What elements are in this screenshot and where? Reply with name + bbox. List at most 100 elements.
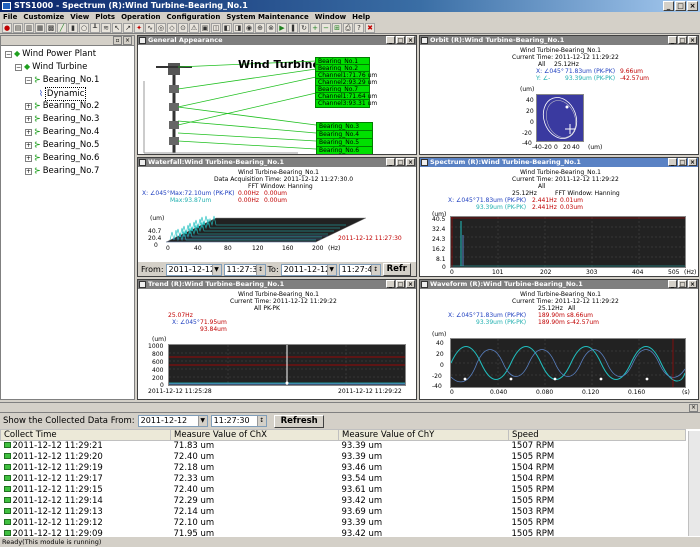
- bar-chart-icon[interactable]: ▮: [68, 22, 78, 33]
- history-date-select[interactable]: 2011-12-12 ▼: [137, 415, 208, 427]
- menu-window[interactable]: Window: [315, 12, 346, 22]
- table-row[interactable]: 2011-12-12 11:29:14 72.29 um 93.42 um 15…: [1, 496, 686, 507]
- open-icon[interactable]: ▤: [13, 22, 23, 33]
- tree-restore-button[interactable]: ▫: [113, 36, 122, 45]
- layout-icon[interactable]: ▦: [35, 22, 45, 33]
- menu-file[interactable]: File: [3, 12, 17, 22]
- tree-node-turbine[interactable]: − ◆ Wind Turbine: [15, 61, 87, 73]
- tree-node-dynamic[interactable]: ⌇ Dynamic: [39, 87, 87, 101]
- pane-maximize-button[interactable]: □: [396, 280, 405, 288]
- pane-minimize-button[interactable]: _: [386, 36, 395, 44]
- help-icon[interactable]: ?: [354, 22, 364, 33]
- column-speed[interactable]: Speed: [508, 429, 686, 441]
- trend-chart-icon[interactable]: ╱: [57, 22, 67, 33]
- table-row[interactable]: 2011-12-12 11:29:17 72.33 um 93.54 um 15…: [1, 474, 686, 485]
- pane-maximize-button[interactable]: □: [678, 36, 687, 44]
- run-icon[interactable]: ▶: [277, 22, 287, 33]
- to-date-select[interactable]: 2011-12-12 ▼: [280, 263, 337, 276]
- pane-close-button[interactable]: ×: [406, 280, 415, 288]
- menu-help[interactable]: Help: [352, 12, 370, 22]
- tree-close-button[interactable]: ×: [123, 36, 132, 45]
- pane-minimize-button[interactable]: _: [386, 158, 395, 166]
- report-icon[interactable]: ▣: [200, 22, 210, 33]
- tree-node-bearing-7[interactable]: + ⊱ Bearing_No.7: [25, 165, 99, 177]
- save-icon[interactable]: ▥: [24, 22, 34, 33]
- menu-plots[interactable]: Plots: [95, 12, 115, 22]
- from-date-select[interactable]: 2011-12-12 ▼: [165, 263, 222, 276]
- pane-maximize-button[interactable]: □: [396, 158, 405, 166]
- polar-icon[interactable]: ◎: [156, 22, 166, 33]
- tree-node-bearing-4[interactable]: + ⊱ Bearing_No.4: [25, 126, 99, 138]
- column-chx-value[interactable]: Measure Value of ChX: [170, 429, 339, 441]
- alarm-icon[interactable]: ⚠: [189, 22, 199, 33]
- menu-operation[interactable]: Operation: [121, 12, 160, 22]
- column-collect-time[interactable]: Collect Time: [0, 429, 171, 441]
- pane-close-button[interactable]: ×: [406, 158, 415, 166]
- tree-node-bearing-6[interactable]: + ⊱ Bearing_No.6: [25, 152, 99, 164]
- table-row[interactable]: 2011-12-12 11:29:19 72.18 um 93.46 um 15…: [1, 463, 686, 474]
- cursor-icon[interactable]: ↖: [112, 22, 122, 33]
- menu-system-maintenance[interactable]: System Maintenance: [226, 12, 308, 22]
- pane-minimize-button[interactable]: _: [668, 280, 677, 288]
- waterfall-plot-area[interactable]: [166, 210, 366, 250]
- pane-minimize-button[interactable]: _: [386, 280, 395, 288]
- orbit-icon[interactable]: ○: [79, 22, 89, 33]
- history-refresh-button[interactable]: Refresh: [273, 414, 324, 428]
- print-preview-icon[interactable]: ◧: [222, 22, 232, 33]
- export-icon[interactable]: ◨: [233, 22, 243, 33]
- settings-icon[interactable]: ◫: [211, 22, 221, 33]
- pane-close-button[interactable]: ×: [406, 36, 415, 44]
- menu-customize[interactable]: Customize: [23, 12, 64, 22]
- refresh-icon[interactable]: ↻: [299, 22, 309, 33]
- stop-icon[interactable]: ●: [2, 22, 12, 33]
- menu-view[interactable]: View: [70, 12, 89, 22]
- history-scrollbar[interactable]: [688, 431, 700, 536]
- tree-node-bearing-5[interactable]: + ⊱ Bearing_No.5: [25, 139, 99, 151]
- pane-maximize-button[interactable]: □: [678, 158, 687, 166]
- tree-node-bearing-2[interactable]: + ⊱ Bearing_No.2: [25, 100, 99, 112]
- minimize-button[interactable]: _: [663, 1, 674, 11]
- bearing-box[interactable]: Bearing_No.6: [316, 146, 373, 154]
- network-icon[interactable]: ⊕: [255, 22, 265, 33]
- column-chy-value[interactable]: Measure Value of ChY: [338, 429, 509, 441]
- pane-close-button[interactable]: ×: [688, 158, 697, 166]
- zoom-in-icon[interactable]: +: [310, 22, 320, 33]
- zoom-fit-icon[interactable]: ⊞: [332, 22, 342, 33]
- table-row[interactable]: 2011-12-12 11:29:21 71.83 um 93.39 um 15…: [1, 441, 686, 453]
- maximize-button[interactable]: □: [675, 1, 686, 11]
- trend-plot-area[interactable]: [168, 344, 406, 386]
- pause-icon[interactable]: ❚: [288, 22, 298, 33]
- spectrum-icon[interactable]: ╨: [90, 22, 100, 33]
- from-time-input[interactable]: 11:27:30 ↕: [223, 263, 266, 276]
- history-close-button[interactable]: ×: [689, 404, 698, 412]
- print-icon[interactable]: ⎙: [343, 22, 353, 33]
- menu-configuration[interactable]: Configuration: [167, 12, 221, 22]
- tree-node-plant[interactable]: − ◆ Wind Power Plant: [5, 48, 96, 60]
- pane-minimize-button[interactable]: _: [668, 36, 677, 44]
- channel-box[interactable]: Channel3:93.31 um: [315, 99, 377, 108]
- pane-close-button[interactable]: ×: [688, 36, 697, 44]
- marker-icon[interactable]: ✦: [134, 22, 144, 33]
- tool-icon[interactable]: ⊗: [266, 22, 276, 33]
- tree-node-bearing-3[interactable]: + ⊱ Bearing_No.3: [25, 113, 99, 125]
- zoom-out-icon[interactable]: −: [321, 22, 331, 33]
- waterfall-icon[interactable]: ≋: [101, 22, 111, 33]
- exit-icon[interactable]: ✖: [365, 22, 375, 33]
- history-time-input[interactable]: 11:27:30 ↕: [210, 415, 267, 427]
- pane-minimize-button[interactable]: _: [668, 158, 677, 166]
- table-row[interactable]: 2011-12-12 11:29:12 72.10 um 93.39 um 15…: [1, 518, 686, 529]
- table-row[interactable]: 2011-12-12 11:29:15 72.40 um 93.61 um 15…: [1, 485, 686, 496]
- pane-maximize-button[interactable]: □: [678, 280, 687, 288]
- orbit-plot-area[interactable]: [536, 94, 584, 142]
- grid-icon[interactable]: ▩: [46, 22, 56, 33]
- to-time-input[interactable]: 11:27:49 ↕: [338, 263, 381, 276]
- bode-icon[interactable]: ∿: [145, 22, 155, 33]
- pane-close-button[interactable]: ×: [688, 280, 697, 288]
- waterfall-refresh-button[interactable]: Refr: [382, 263, 411, 276]
- history-icon[interactable]: ◉: [244, 22, 254, 33]
- pointer-icon[interactable]: ↗: [123, 22, 133, 33]
- cascade-icon[interactable]: ◇: [167, 22, 177, 33]
- waveform-plot-area[interactable]: [450, 338, 686, 388]
- spectrum-plot-area[interactable]: [450, 216, 686, 268]
- tree-node-bearing-1[interactable]: − ⊱ Bearing_No.1: [25, 74, 99, 86]
